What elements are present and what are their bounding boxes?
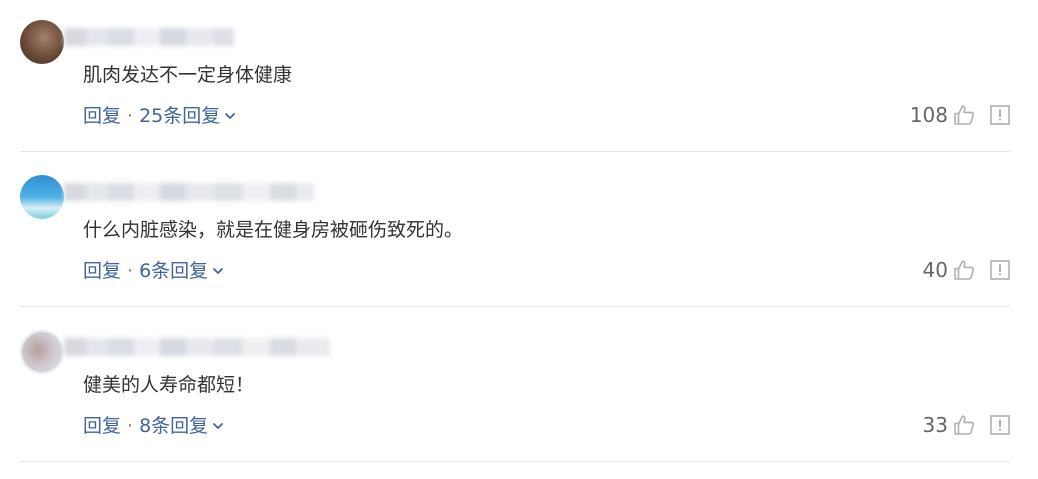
reply-button[interactable]: 回复 [83,259,121,283]
username-blurred[interactable] [64,183,314,201]
report-icon[interactable] [990,105,1010,125]
reply-button[interactable]: 回复 [83,414,121,438]
username-blurred[interactable] [64,28,234,46]
comment-item: 什么内脏感染，就是在健身房被砸伤致死的。 回复 · 6条回复 40 [0,155,1038,310]
divider [20,306,1010,307]
view-replies-button[interactable]: 6条回复 [139,259,224,283]
report-icon[interactable] [990,415,1010,435]
comment-item: 肌肉发达不一定身体健康 回复 · 25条回复 108 [0,0,1038,155]
thumbs-up-icon[interactable] [952,103,976,127]
divider [20,151,1010,152]
report-icon[interactable] [990,260,1010,280]
replies-count-label: 8条回复 [139,415,209,437]
avatar[interactable] [20,175,64,219]
thumbs-up-icon[interactable] [952,413,976,437]
comment-text: 健美的人寿命都短！ [83,374,255,396]
separator-dot: · [127,260,134,282]
divider [20,461,1010,462]
username-blurred[interactable] [64,338,330,356]
comment-item: 健美的人寿命都短！ 回复 · 8条回复 33 [0,310,1038,465]
comment-text: 什么内脏感染，就是在健身房被砸伤致死的。 [83,219,464,241]
reply-button[interactable]: 回复 [83,104,121,128]
replies-count-label: 25条回复 [139,105,221,127]
chevron-down-icon [213,268,224,274]
like-count: 33 [922,413,948,437]
separator-dot: · [127,105,134,127]
thumbs-up-icon[interactable] [952,258,976,282]
like-group: 33 [923,412,976,438]
like-count: 108 [909,103,948,127]
chevron-down-icon [225,113,236,119]
separator-dot: · [127,415,134,437]
avatar[interactable] [20,330,64,374]
like-group: 108 [910,102,976,128]
like-count: 40 [922,258,948,282]
view-replies-button[interactable]: 25条回复 [139,104,236,128]
comment-text: 肌肉发达不一定身体健康 [83,64,293,86]
view-replies-button[interactable]: 8条回复 [139,414,224,438]
comment-actions: 回复 · 25条回复 [83,104,236,128]
avatar[interactable] [20,20,64,64]
comment-actions: 回复 · 8条回复 [83,414,224,438]
replies-count-label: 6条回复 [139,260,209,282]
comment-actions: 回复 · 6条回复 [83,259,224,283]
chevron-down-icon [213,423,224,429]
like-group: 40 [923,257,976,283]
